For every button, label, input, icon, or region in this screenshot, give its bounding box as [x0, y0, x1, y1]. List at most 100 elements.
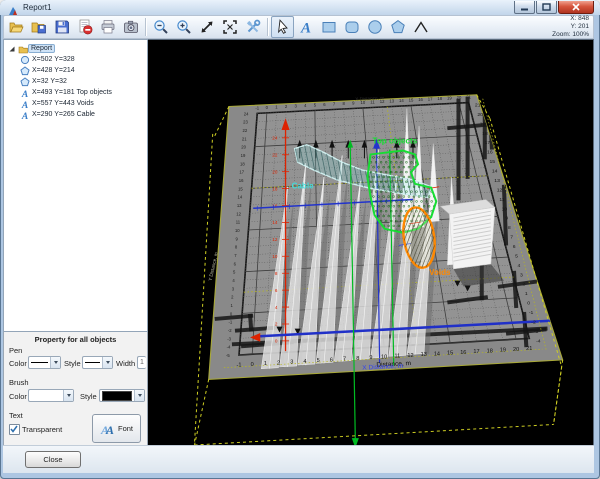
svg-text:14: 14 — [272, 220, 278, 225]
pointer-icon — [277, 19, 288, 34]
svg-text:3: 3 — [520, 272, 523, 278]
svg-text:9: 9 — [369, 355, 372, 361]
pen-style-combo[interactable] — [82, 356, 113, 369]
svg-text:15: 15 — [489, 159, 495, 165]
svg-text:17: 17 — [428, 97, 433, 102]
tree-root-label: Report — [28, 44, 56, 53]
toolbar-zoom-in-button[interactable] — [172, 16, 195, 38]
toolbar-resize-arrow-button[interactable] — [195, 16, 218, 38]
toolbar-save-button[interactable] — [50, 16, 73, 38]
svg-text:7: 7 — [510, 235, 513, 241]
top-objects-label[interactable]: Top objects — [373, 137, 418, 146]
text-tool-icon: A — [299, 21, 310, 36]
pen-width-combo[interactable]: 1 — [137, 356, 146, 369]
tree-item[interactable]: X=428 Y=214 — [4, 65, 147, 76]
tree-item-label: X=428 Y=214 — [32, 67, 75, 74]
svg-text:4: 4 — [518, 263, 521, 269]
toolbar-zoom-out-button[interactable] — [149, 16, 172, 38]
pen-color-combo[interactable] — [28, 356, 61, 369]
toolbar-delete-button[interactable] — [73, 16, 96, 38]
svg-text:11: 11 — [394, 354, 400, 360]
svg-text:-4: -4 — [536, 338, 541, 344]
svg-text:12: 12 — [272, 237, 278, 242]
svg-text:10: 10 — [235, 228, 240, 233]
svg-text:-1: -1 — [237, 363, 242, 369]
svg-text:-2: -2 — [228, 328, 232, 333]
chevron-down-icon — [66, 394, 71, 397]
toolbar-save-as-button[interactable] — [27, 16, 50, 38]
close-button[interactable]: Close — [25, 451, 81, 468]
toolbar-fit-to-window-button[interactable] — [218, 16, 241, 38]
check-icon — [10, 425, 18, 433]
toolbar-text-tool-button[interactable]: A — [294, 16, 317, 38]
tree-item[interactable]: A X=557 Y=443 Voids — [4, 98, 147, 109]
svg-text:17: 17 — [485, 140, 491, 146]
svg-text:19: 19 — [500, 348, 506, 354]
svg-text:19: 19 — [241, 153, 246, 158]
svg-text:A: A — [299, 21, 310, 36]
svg-text:18: 18 — [272, 186, 278, 191]
minimize-button[interactable] — [514, 1, 535, 14]
cable-label[interactable]: Cable — [292, 182, 315, 191]
svg-text:10: 10 — [502, 206, 508, 212]
toolbar-snapshot-button[interactable] — [119, 16, 142, 38]
ellipse-icon — [20, 55, 30, 64]
svg-text:18: 18 — [487, 348, 493, 354]
toolbar-pentagon-tool-button[interactable] — [386, 16, 409, 38]
svg-text:A: A — [105, 423, 114, 436]
window-title: Report1 — [23, 3, 52, 12]
svg-text:14: 14 — [434, 351, 440, 357]
svg-text:A: A — [21, 111, 28, 119]
svg-text:24: 24 — [272, 136, 278, 141]
tree-item[interactable]: A X=290 Y=265 Cable — [4, 109, 147, 120]
zoom-out-icon — [153, 20, 168, 34]
toolbar-ellipse-tool-button[interactable] — [363, 16, 386, 38]
svg-text:2: 2 — [522, 282, 525, 288]
toolbar-open-folder-button[interactable] — [4, 16, 27, 38]
svg-text:12: 12 — [497, 187, 503, 193]
svg-text:A: A — [21, 100, 28, 108]
svg-text:22: 22 — [242, 128, 247, 133]
text-icon: A — [21, 100, 28, 108]
pen-style-label: Style — [64, 359, 81, 368]
toolbar-pointer-button[interactable] — [271, 16, 294, 38]
property-panel: Property for all objects Pen Color Style… — [3, 332, 148, 461]
text-icon: A — [21, 111, 28, 119]
toolbar-polyline-tool-button[interactable] — [409, 16, 432, 38]
3d-viewport[interactable]: 24 22 20 18 16 14 12 10 8 6 4 2 0 Cable Top objects Voi… — [148, 39, 594, 446]
svg-text:4: 4 — [303, 359, 306, 365]
transparent-checkbox[interactable] — [9, 424, 20, 435]
svg-text:-3: -3 — [534, 329, 539, 335]
titlebar[interactable]: Report1 — [0, 0, 600, 15]
svg-text:6: 6 — [275, 288, 278, 293]
tree-item[interactable]: X=502 Y=328 — [4, 54, 147, 65]
tree-root-item[interactable]: Report — [4, 43, 147, 54]
svg-text:13: 13 — [389, 99, 394, 104]
svg-text:8: 8 — [508, 225, 511, 231]
svg-text:20: 20 — [457, 95, 462, 100]
tree-item[interactable]: A X=493 Y=181 Top objects — [4, 87, 147, 98]
svg-text:0: 0 — [275, 339, 278, 344]
tree-item-label: X=32 Y=32 — [32, 78, 67, 85]
voids-label[interactable]: Voids — [429, 268, 451, 277]
brush-color-combo[interactable] — [28, 389, 74, 402]
font-button[interactable]: A A Font — [92, 414, 141, 443]
svg-text:13: 13 — [237, 203, 242, 208]
toolbar-rectangle-tool-button[interactable] — [317, 16, 340, 38]
pen-section-label: Pen — [9, 346, 23, 355]
svg-text:8: 8 — [275, 271, 278, 276]
svg-text:4: 4 — [275, 305, 278, 310]
svg-text:21: 21 — [475, 103, 481, 109]
toolbar-tools-button[interactable] — [241, 16, 264, 38]
brush-style-combo[interactable] — [99, 389, 145, 402]
svg-text:A: A — [21, 89, 28, 97]
maximize-button[interactable] — [536, 1, 557, 14]
close-window-button[interactable] — [558, 1, 594, 14]
chevron-down-icon — [105, 361, 110, 364]
svg-text:16: 16 — [460, 350, 466, 356]
tree-item[interactable]: X=32 Y=32 — [4, 76, 147, 87]
toolbar-print-button[interactable] — [96, 16, 119, 38]
3d-scene: 242220181614121086420CableTop objectsVoi… — [148, 40, 593, 445]
delete-icon — [79, 19, 92, 35]
toolbar-rounded-rect-tool-button[interactable] — [340, 16, 363, 38]
